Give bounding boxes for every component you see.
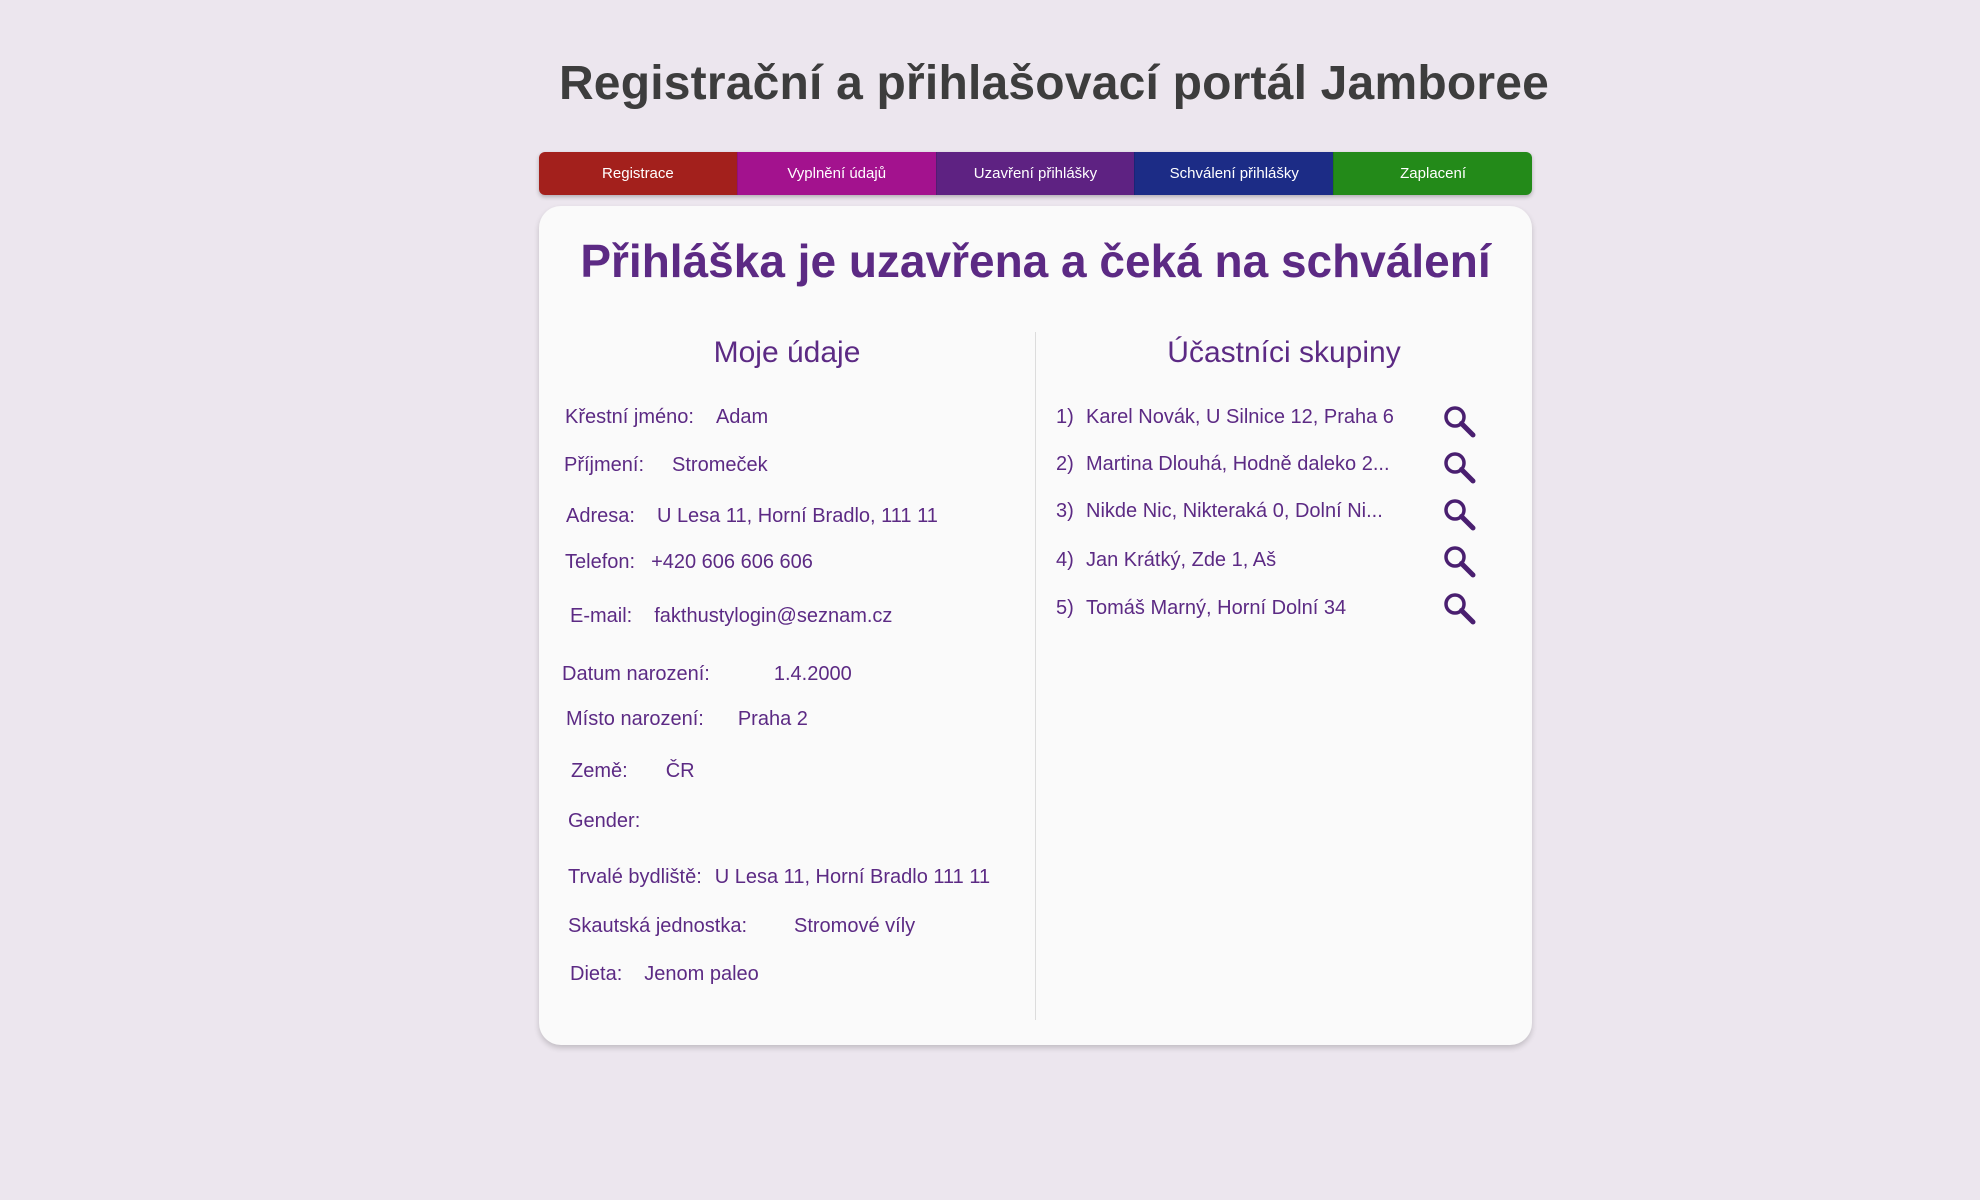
status-heading: Přihláška je uzavřena a čeká na schválen… (580, 235, 1491, 287)
step-zaplaceni[interactable]: Zaplacení (1333, 152, 1532, 195)
field-gender: Gender: (568, 810, 662, 833)
group-member-item: 2) Martina Dlouhá, Hodně daleko 2... (1056, 453, 1476, 476)
step-schvaleni-prihlasky[interactable]: Schválení přihlášky (1134, 152, 1334, 195)
search-icon[interactable] (1442, 450, 1476, 484)
field-label: Datum narození: (562, 663, 710, 685)
step-label: Uzavření přihlášky (973, 165, 1098, 182)
group-member-item: 1) Karel Novák, U Silnice 12, Praha 6 (1056, 406, 1476, 429)
field-value: Praha 2 (737, 708, 808, 730)
member-text: Martina Dlouhá, Hodně daleko 2... (1086, 453, 1390, 475)
field-email: E-mail: fakthustylogin@seznam.cz (570, 605, 892, 628)
field-address: Adresa: U Lesa 11, Horní Bradlo, 111 11 (566, 505, 938, 528)
progress-steps: Registrace Vyplnění údajů Uzavření přihl… (539, 152, 1532, 195)
member-number: 4) (1056, 549, 1074, 571)
member-text: Karel Novák, U Silnice 12, Praha 6 (1086, 406, 1394, 428)
step-registrace[interactable]: Registrace (539, 152, 737, 195)
member-number: 5) (1056, 597, 1074, 619)
member-number: 1) (1056, 406, 1074, 428)
field-value: ČR (665, 760, 695, 782)
search-icon[interactable] (1442, 591, 1476, 625)
field-value: fakthustylogin@seznam.cz (654, 605, 893, 627)
field-label: Křestní jméno: (565, 406, 694, 428)
field-scout-unit: Skautská jednostka: Stromové víly (568, 915, 915, 938)
step-uzavreni-prihlasky[interactable]: Uzavření přihlášky (935, 152, 1135, 195)
field-label: Skautská jednostka: (568, 915, 747, 937)
member-text: Tomáš Marný, Horní Dolní 34 (1086, 597, 1347, 619)
field-label: Země: (571, 760, 628, 782)
group-member-item: 5) Tomáš Marný, Horní Dolní 34 (1056, 597, 1476, 620)
my-data-heading: Moje údaje (713, 336, 861, 369)
field-value: Stromové víly (794, 915, 916, 937)
page: Registrační a přihlašovací portál Jambor… (0, 0, 1980, 1200)
application-card: Přihláška je uzavřena a čeká na schválen… (539, 206, 1532, 1045)
group-member-item: 3) Nikde Nic, Nikteraká 0, Dolní Ni... (1056, 500, 1476, 523)
member-text: Jan Krátký, Zde 1, Aš (1086, 549, 1277, 571)
field-diet: Dieta: Jenom paleo (570, 963, 759, 986)
member-number: 2) (1056, 453, 1074, 475)
column-divider (1035, 332, 1036, 1020)
field-first-name: Křestní jméno: Adam (565, 406, 768, 429)
field-label: Trvalé bydliště: (568, 866, 702, 888)
step-label: Zaplacení (1400, 165, 1467, 182)
group-member-item: 4) Jan Krátký, Zde 1, Aš (1056, 549, 1476, 572)
field-permanent-residence: Trvalé bydliště: U Lesa 11, Horní Bradlo … (568, 866, 990, 889)
search-icon[interactable] (1442, 404, 1476, 438)
field-last-name: Příjmení: Stromeček (564, 454, 768, 477)
field-value: Jenom paleo (644, 963, 759, 985)
field-label: Gender: (568, 810, 641, 832)
step-label: Vyplnění údajů (787, 165, 887, 182)
field-value: U Lesa 11, Horní Bradlo, 111 11 (656, 505, 938, 527)
member-number: 3) (1056, 500, 1074, 522)
field-birth-date: Datum narození: 1.4.2000 (562, 663, 852, 686)
field-value: U Lesa 11, Horní Bradlo 111 11 (714, 866, 991, 888)
field-value: Stromeček (672, 454, 768, 476)
step-label: Registrace (602, 165, 674, 182)
field-value: 1.4.2000 (773, 663, 852, 685)
field-label: Dieta: (570, 963, 623, 985)
field-country: Země: ČR (571, 760, 695, 783)
member-text: Nikde Nic, Nikteraká 0, Dolní Ni... (1086, 500, 1383, 522)
step-vyplneni-udaju[interactable]: Vyplnění údajů (736, 152, 936, 195)
portal-title: Registrační a přihlašovací portál Jambor… (558, 57, 1550, 110)
group-members-heading: Účastníci skupiny (1167, 336, 1401, 369)
field-value: +420 606 606 606 (651, 551, 813, 573)
field-label: Příjmení: (564, 454, 645, 476)
step-label: Schválení přihlášky (1169, 165, 1299, 182)
field-label: E-mail: (570, 605, 633, 627)
field-phone: Telefon: +420 606 606 606 (565, 551, 813, 574)
field-label: Telefon: (565, 551, 636, 573)
search-icon[interactable] (1442, 544, 1476, 578)
field-value: Adam (715, 406, 769, 428)
search-icon[interactable] (1442, 497, 1476, 531)
field-label: Místo narození: (566, 708, 704, 730)
field-label: Adresa: (566, 505, 635, 527)
field-birth-place: Místo narození: Praha 2 (566, 708, 808, 731)
